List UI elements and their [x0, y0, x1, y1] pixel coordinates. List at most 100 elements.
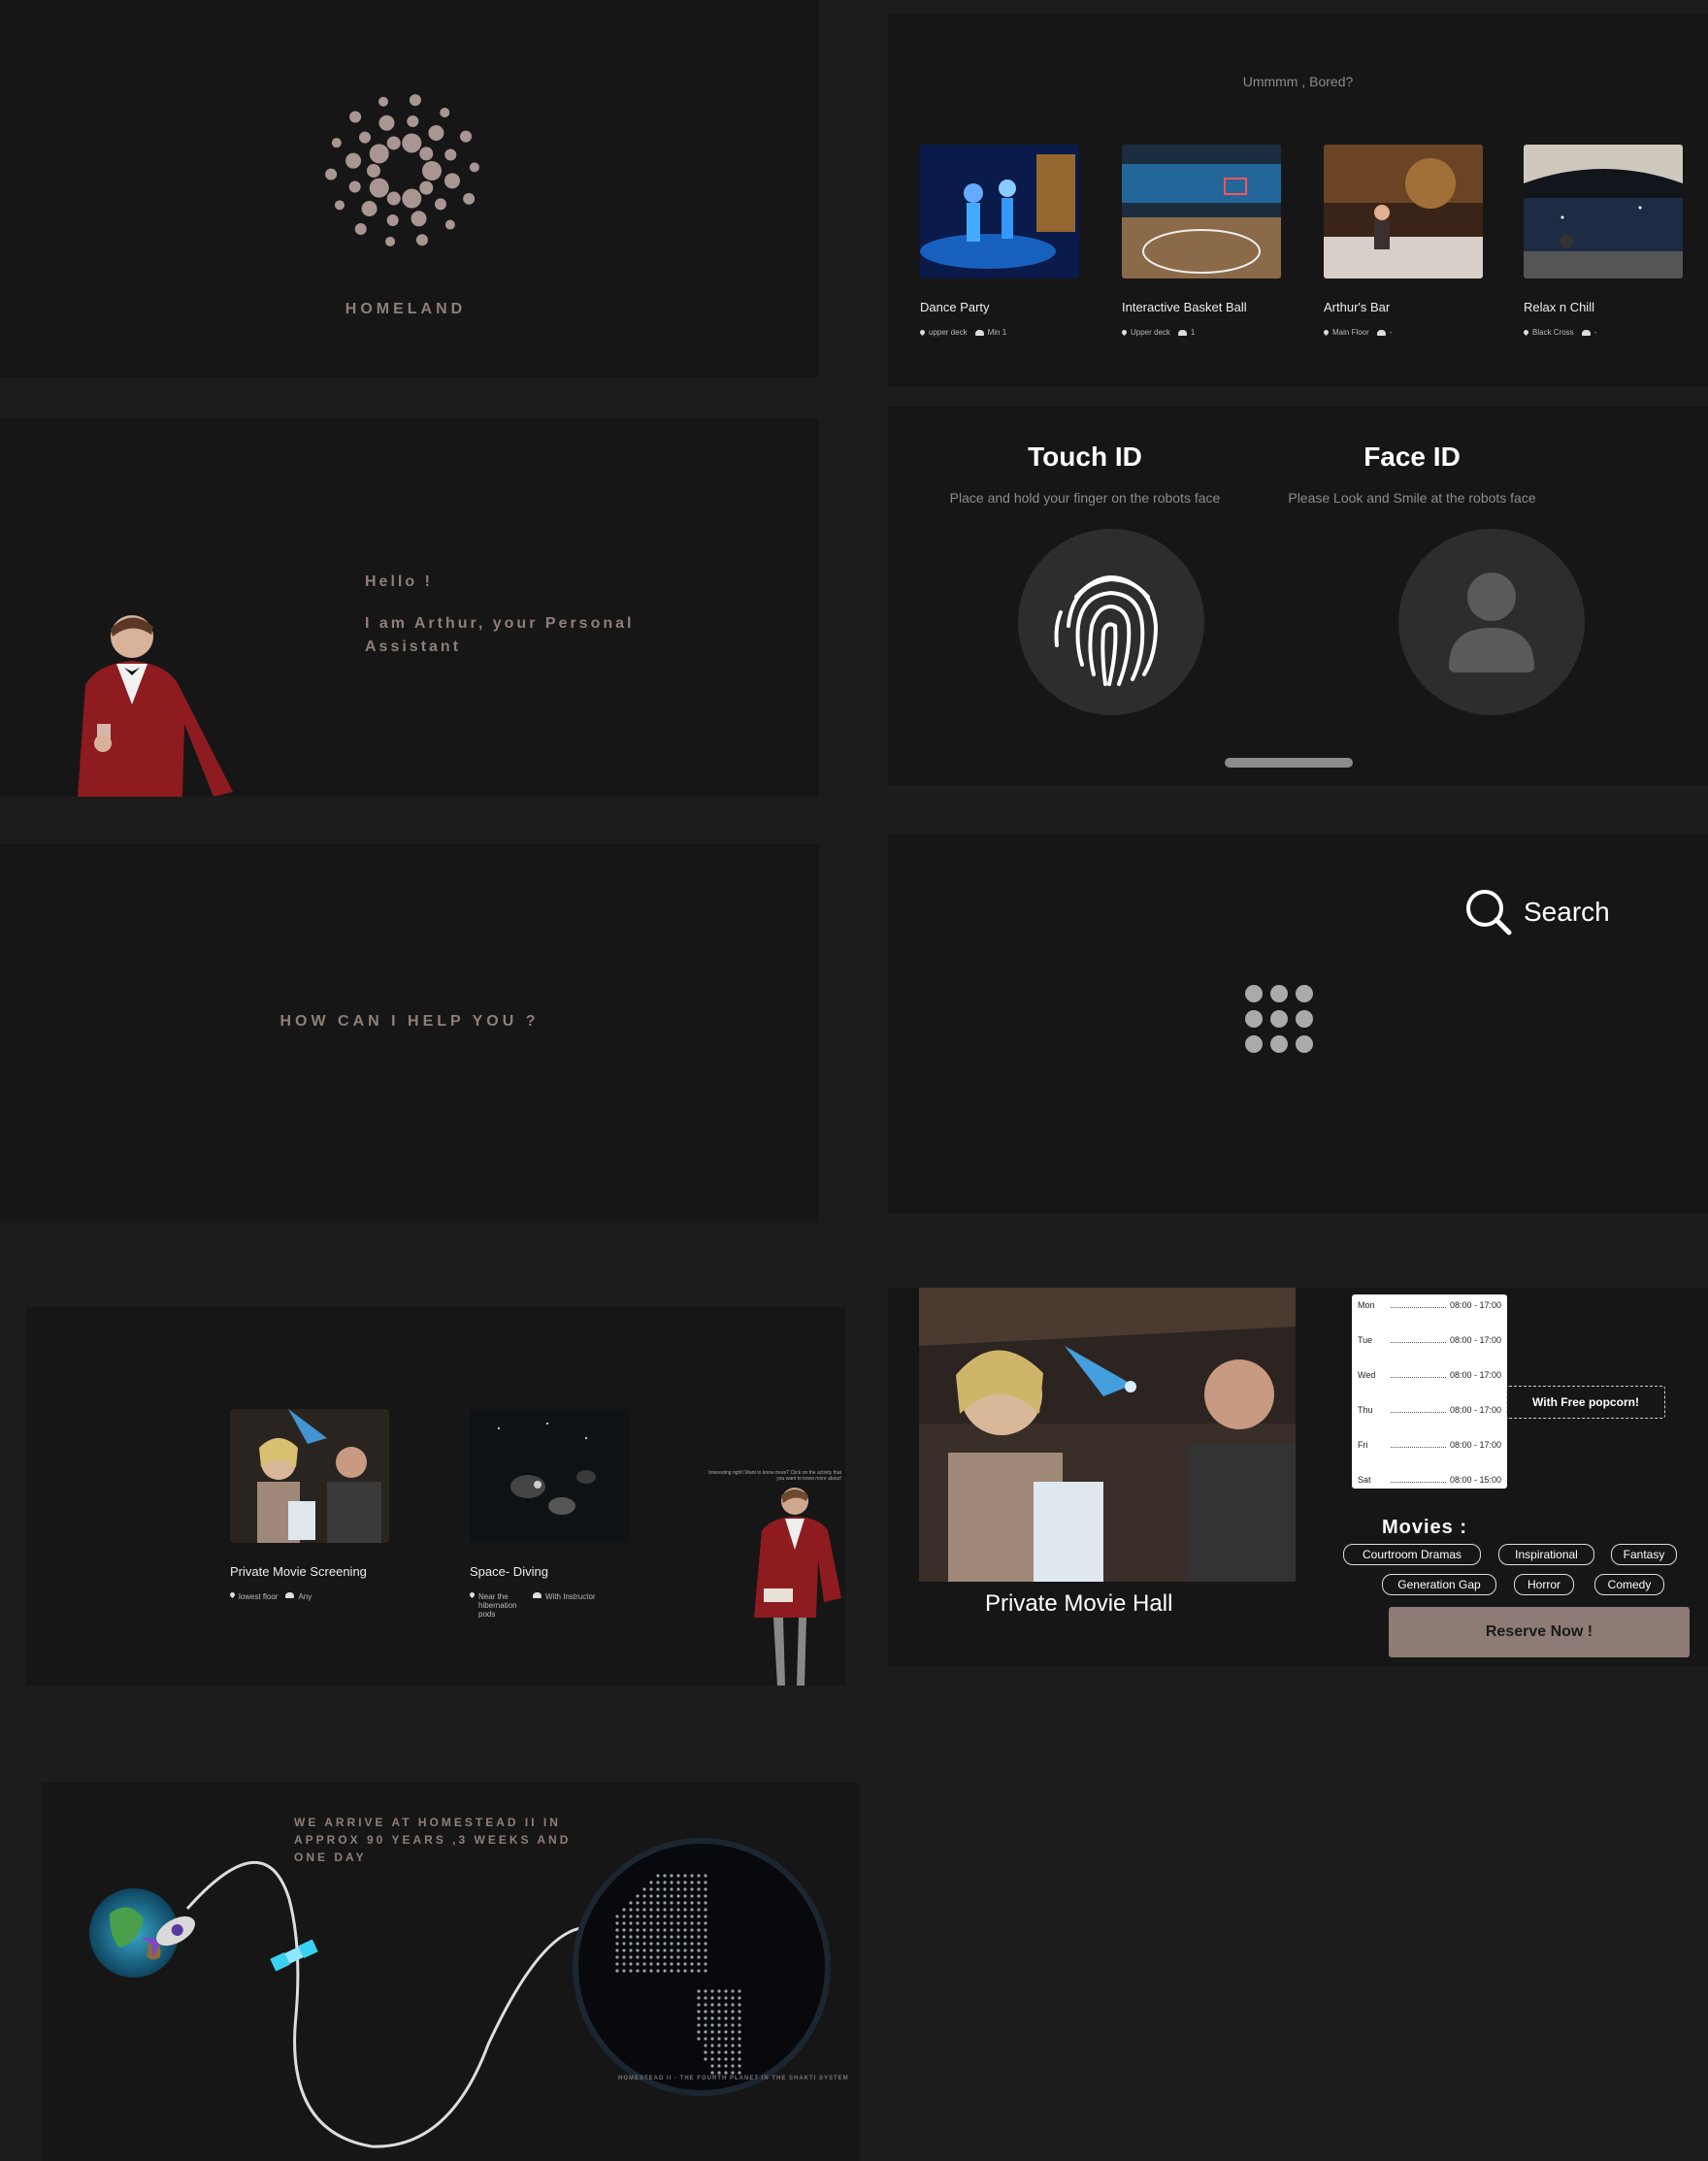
assistant-intro: I am Arthur, your Personal Assistant [365, 615, 635, 655]
arthur-avatar [78, 615, 233, 797]
activity-thumbnail [920, 145, 1079, 278]
touch-id-instructions: Place and hold your finger on the robots… [949, 490, 1221, 506]
activity-people: Min 1 [987, 328, 1007, 337]
activity-people: Any [298, 1592, 312, 1601]
activity-card-dance-party[interactable]: Dance Party upper deck Min 1 [918, 145, 1079, 337]
assistant-tip: Interesting right! Want to know more? Cl… [708, 1470, 841, 1482]
activity-thumbnail [1324, 145, 1483, 278]
activities-title: Ummmm , Bored? [1242, 74, 1354, 89]
schedule-hours: 08:00 - 15:00 [1449, 1475, 1501, 1485]
activity-meta: Main Floor - [1322, 328, 1483, 337]
schedule-row: Thu 08:00 - 17:00 [1358, 1405, 1501, 1415]
activity-name: Dance Party [920, 300, 990, 314]
activity-card-space-diving[interactable]: Space- Diving Near the hibernation pods W… [468, 1409, 629, 1619]
location-pin-icon [918, 328, 927, 337]
activity-people: - [1593, 328, 1597, 337]
activity-meta: Upper deck 1 [1120, 328, 1281, 337]
movie-hall-screen: Private Movie Hall Mon 08:00 - 17:00 Tue 0… [888, 1288, 1708, 1666]
schedule-hours: 08:00 - 17:00 [1449, 1300, 1501, 1310]
reserve-now-button[interactable]: Reserve Now ! [1389, 1607, 1690, 1657]
schedule-day: Mon [1358, 1300, 1375, 1310]
face-id-button[interactable] [1398, 529, 1585, 715]
activity-name: Space- Diving [470, 1564, 548, 1579]
activity-name: Private Movie Screening [230, 1564, 367, 1579]
help-question: HOW CAN I HELP YOU ? [279, 1013, 540, 1030]
search-icon [1466, 890, 1512, 935]
activity-name: Arthur's Bar [1324, 300, 1391, 314]
schedule-row: Wed 08:00 - 17:00 [1358, 1370, 1501, 1380]
satellite-icon [270, 1939, 318, 1972]
people-icon [533, 1592, 542, 1598]
activity-location: upper deck [929, 328, 968, 337]
authentication-screen: Touch ID Place and hold your finger on t… [888, 407, 1708, 785]
schedule-row: Mon 08:00 - 17:00 [1358, 1300, 1501, 1310]
search-label: Search [1524, 897, 1610, 927]
homeland-logo [325, 94, 479, 246]
activity-thumbnail [470, 1409, 629, 1543]
location-pin-icon [228, 1590, 237, 1599]
location-pin-icon [1522, 328, 1530, 337]
movies-heading: Movies : [1382, 1517, 1468, 1538]
activity-meta: upper deck Min 1 [918, 328, 1079, 337]
greeting-text: Hello ! [365, 573, 433, 590]
free-popcorn-badge: With Free popcorn! [1506, 1386, 1665, 1419]
genre-tag[interactable]: Generation Gap [1382, 1574, 1496, 1595]
genre-tag[interactable]: Inspirational [1498, 1544, 1594, 1565]
activity-thumbnail [1524, 145, 1683, 278]
genre-tag[interactable]: Horror [1514, 1574, 1574, 1595]
search-screen: Search [888, 835, 1708, 1213]
activity-card-basketball[interactable]: Interactive Basket Ball Upper deck 1 [1120, 145, 1281, 337]
schedule-day: Fri [1358, 1440, 1368, 1450]
fingerprint-icon [1054, 575, 1159, 686]
activity-name: Interactive Basket Ball [1122, 300, 1247, 314]
schedule-day: Thu [1358, 1405, 1373, 1415]
movie-hall-image [919, 1288, 1296, 1587]
activity-meta: lowest floor Any [228, 1590, 389, 1601]
search-button[interactable]: Search [1465, 889, 1610, 935]
brand-name: HOMELAND [345, 301, 467, 317]
schedule-day: Tue [1358, 1335, 1373, 1345]
activities-screen: Ummmm , Bored? Dance Party upper deck Min… [888, 14, 1708, 387]
activity-card-movie-screening[interactable]: Private Movie Screening lowest floor Any [228, 1409, 389, 1601]
genre-tag[interactable]: Fantasy [1611, 1544, 1677, 1565]
app-grid-icon[interactable] [1245, 985, 1313, 1053]
journey-screen: WE ARRIVE AT HOMESTEAD II IN APPROX 90 Y… [42, 1783, 860, 2161]
people-icon [1177, 329, 1187, 336]
home-indicator[interactable] [1225, 758, 1353, 768]
user-silhouette-icon [1449, 573, 1534, 672]
activity-meta: Near the hibernation pods With Instructor [468, 1590, 629, 1619]
activity-location: Main Floor [1332, 328, 1369, 337]
schedule-hours: 08:00 - 17:00 [1449, 1370, 1501, 1380]
schedule-row: Fri 08:00 - 17:00 [1358, 1440, 1501, 1450]
greeting-screen: Hello ! I am Arthur, your Personal Assis… [0, 418, 819, 797]
genre-tag[interactable]: Comedy [1594, 1574, 1664, 1595]
schedule-day: Wed [1358, 1370, 1376, 1380]
journey-illustration [89, 1838, 831, 2148]
activity-thumbnail [230, 1409, 389, 1543]
schedule-day: Sat [1358, 1475, 1371, 1485]
activity-card-arthurs-bar[interactable]: Arthur's Bar Main Floor - [1322, 145, 1483, 337]
help-prompt-screen: HOW CAN I HELP YOU ? [0, 844, 819, 1223]
people-icon [1581, 329, 1591, 336]
schedule-hours: 08:00 - 17:00 [1449, 1335, 1501, 1345]
activity-people: - [1389, 328, 1393, 337]
homestead-planet [573, 1838, 831, 2096]
activity-card-relax[interactable]: Relax n Chill Black Cross - [1522, 145, 1683, 337]
activity-location: lowest floor [239, 1592, 279, 1601]
activity-meta: Black Cross - [1522, 328, 1683, 337]
schedule-row: Sat 08:00 - 15:00 [1358, 1475, 1501, 1485]
activity-list-screen: Private Movie Screening lowest floor Any … [26, 1307, 845, 1686]
touch-id-button[interactable] [1018, 529, 1204, 715]
travel-path [185, 1861, 596, 2148]
face-id-title: Face ID [1363, 442, 1461, 472]
people-icon [1376, 329, 1386, 336]
activity-location: Near the hibernation pods [478, 1592, 517, 1619]
genre-tag[interactable]: Courtroom Dramas [1343, 1544, 1481, 1565]
movie-hall-title: Private Movie Hall [985, 1590, 1173, 1617]
activity-location: Black Cross [1532, 328, 1574, 337]
activity-people: With Instructor [545, 1592, 596, 1601]
schedule-row: Tue 08:00 - 17:00 [1358, 1335, 1501, 1345]
touch-id-title: Touch ID [1028, 442, 1142, 472]
activity-location: Upper deck [1131, 328, 1170, 337]
opening-hours-table: Mon 08:00 - 17:00 Tue 08:00 - 17:00 Wed 08:… [1352, 1294, 1507, 1489]
